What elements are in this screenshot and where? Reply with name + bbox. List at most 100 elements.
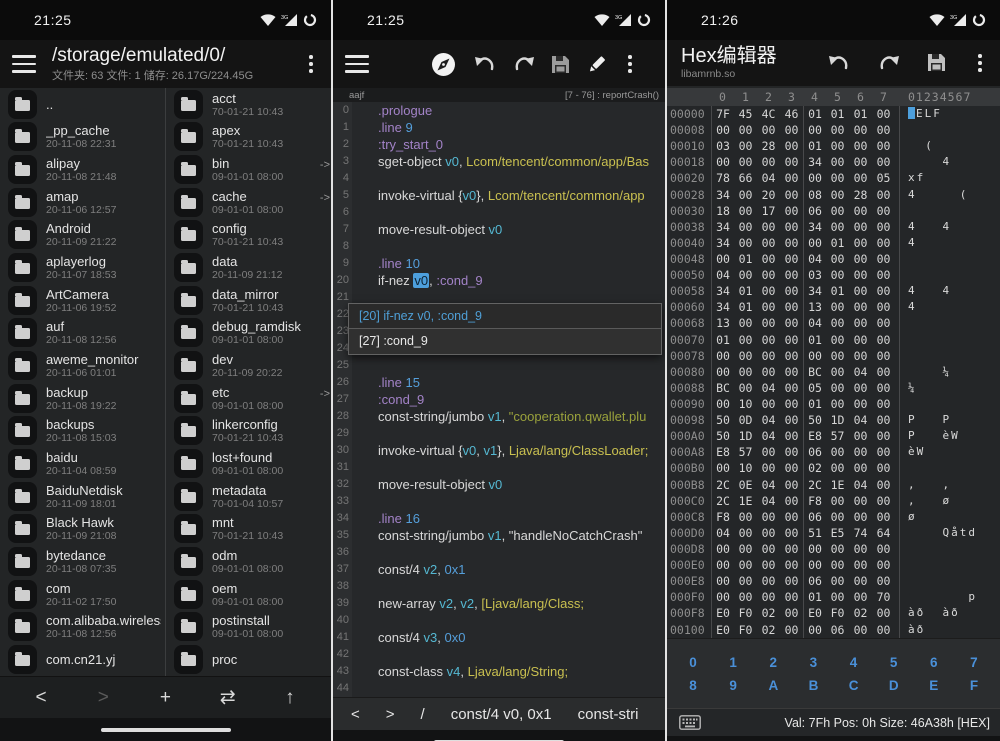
code-line[interactable]: 20if-nez v0, :cond_9: [333, 272, 665, 289]
code-line[interactable]: 36: [333, 544, 665, 561]
hex-byte[interactable]: 17: [757, 203, 780, 219]
hex-row[interactable]: 0008000000000BC000400 ¼: [667, 364, 1000, 380]
hex-byte[interactable]: 50: [711, 412, 734, 428]
hex-byte[interactable]: BC: [711, 380, 734, 396]
hex-byte[interactable]: 00: [849, 380, 872, 396]
hex-row[interactable]: 000C8F800000006000000ø: [667, 509, 1000, 525]
hex-byte[interactable]: 00: [826, 299, 849, 315]
up-directory-button[interactable]: ↑: [270, 678, 310, 718]
file-item[interactable]: Black Hawk20-11-09 21:08: [0, 513, 165, 546]
hex-byte[interactable]: 06: [826, 622, 849, 638]
hex-byte[interactable]: 1D: [734, 428, 757, 444]
code-line[interactable]: 26.line 15: [333, 374, 665, 391]
hex-byte[interactable]: 00: [872, 235, 895, 251]
hex-byte[interactable]: 00: [849, 315, 872, 331]
hex-byte[interactable]: 00: [826, 138, 849, 154]
hex-byte[interactable]: 00: [872, 122, 895, 138]
overflow-menu-icon[interactable]: [622, 51, 638, 77]
hex-byte[interactable]: 00: [872, 477, 895, 493]
file-item[interactable]: amap20-11-06 12:57: [0, 186, 165, 219]
hex-byte[interactable]: 03: [803, 267, 826, 283]
hex-byte[interactable]: 00: [734, 380, 757, 396]
hex-byte[interactable]: 00: [849, 219, 872, 235]
hex-byte[interactable]: 00: [780, 412, 803, 428]
file-item[interactable]: aplayerlog20-11-07 18:53: [0, 251, 165, 284]
hex-row[interactable]: 000F00000000001000070 p: [667, 589, 1000, 605]
hex-byte[interactable]: 00: [734, 138, 757, 154]
file-item[interactable]: cache09-01-01 08:00->: [166, 186, 331, 219]
hex-byte[interactable]: 00: [780, 573, 803, 589]
file-item[interactable]: apex70-01-21 10:43: [166, 121, 331, 154]
hex-byte[interactable]: 57: [734, 444, 757, 460]
hex-byte[interactable]: 03: [711, 138, 734, 154]
hex-key-3[interactable]: 3: [793, 655, 833, 670]
menu-icon[interactable]: [12, 55, 36, 73]
hex-byte[interactable]: 00: [780, 203, 803, 219]
code-line[interactable]: 7move-result-object v0: [333, 221, 665, 238]
hex-byte[interactable]: 00: [849, 573, 872, 589]
hex-byte[interactable]: 34: [711, 283, 734, 299]
code-line[interactable]: 25: [333, 357, 665, 374]
file-item[interactable]: etc09-01-01 08:00->: [166, 382, 331, 415]
hex-byte[interactable]: 00: [872, 106, 895, 122]
hex-key-D[interactable]: D: [874, 678, 914, 693]
hex-byte[interactable]: E0: [711, 622, 734, 638]
hex-byte[interactable]: 00: [734, 573, 757, 589]
undo-icon[interactable]: [473, 54, 497, 74]
hex-byte[interactable]: 01: [734, 283, 757, 299]
hex-byte[interactable]: 00: [734, 364, 757, 380]
hex-byte[interactable]: 00: [757, 251, 780, 267]
edit-pencil-icon[interactable]: [586, 54, 607, 75]
hex-byte[interactable]: 34: [711, 235, 734, 251]
redo-icon[interactable]: [512, 54, 536, 74]
hex-byte[interactable]: 02: [803, 460, 826, 476]
hex-byte[interactable]: 00: [780, 283, 803, 299]
hex-byte[interactable]: 74: [849, 525, 872, 541]
hex-byte[interactable]: 20: [757, 187, 780, 203]
hex-byte[interactable]: 00: [711, 364, 734, 380]
hex-byte[interactable]: 00: [757, 154, 780, 170]
hex-byte[interactable]: 00: [734, 589, 757, 605]
hex-byte[interactable]: 00: [826, 219, 849, 235]
hex-byte[interactable]: 00: [780, 428, 803, 444]
hex-byte[interactable]: 00: [780, 541, 803, 557]
hex-byte[interactable]: 04: [757, 412, 780, 428]
hex-byte[interactable]: 00: [872, 622, 895, 638]
hex-byte[interactable]: 04: [757, 428, 780, 444]
back-button[interactable]: <: [21, 678, 61, 718]
hex-byte[interactable]: 2C: [803, 477, 826, 493]
hex-byte[interactable]: 00: [849, 348, 872, 364]
hex-byte[interactable]: 01: [711, 332, 734, 348]
hex-byte[interactable]: 00: [826, 203, 849, 219]
file-item[interactable]: debug_ramdisk09-01-01 08:00: [166, 317, 331, 350]
file-item[interactable]: BaiduNetdisk20-11-09 18:01: [0, 480, 165, 513]
hex-byte[interactable]: 00: [803, 122, 826, 138]
hex-byte[interactable]: 00: [757, 299, 780, 315]
keyboard-icon[interactable]: [679, 715, 701, 730]
hex-byte[interactable]: 00: [734, 557, 757, 573]
hex-byte[interactable]: 34: [711, 219, 734, 235]
save-icon[interactable]: [551, 55, 570, 74]
code-line[interactable]: 35const-string/jumbo v1, "handleNoCatchC…: [333, 527, 665, 544]
hex-byte[interactable]: 00: [849, 541, 872, 557]
hex-byte[interactable]: 00: [780, 605, 803, 621]
hex-byte[interactable]: 02: [757, 622, 780, 638]
hex-byte[interactable]: 01: [803, 589, 826, 605]
hex-row[interactable]: 000480001000004000000: [667, 251, 1000, 267]
hex-byte[interactable]: E0: [803, 605, 826, 621]
code-line[interactable]: 3sget-object v0, Lcom/tencent/common/app…: [333, 153, 665, 170]
hex-byte[interactable]: 01: [734, 299, 757, 315]
hex-byte[interactable]: 00: [734, 187, 757, 203]
hex-byte[interactable]: 64: [872, 525, 895, 541]
hex-byte[interactable]: 00: [803, 235, 826, 251]
hex-byte[interactable]: 01: [803, 106, 826, 122]
hex-byte[interactable]: 00: [757, 122, 780, 138]
code-line[interactable]: 31: [333, 459, 665, 476]
hex-byte[interactable]: 00: [826, 332, 849, 348]
hex-row[interactable]: 000080000000000000000: [667, 122, 1000, 138]
hex-row[interactable]: 0002834002000080028004 (: [667, 187, 1000, 203]
hex-byte[interactable]: 00: [711, 122, 734, 138]
code-line[interactable]: 41const/4 v3, 0x0: [333, 629, 665, 646]
hex-row[interactable]: 0003834000000340000004 4: [667, 219, 1000, 235]
hex-byte[interactable]: 00: [872, 138, 895, 154]
